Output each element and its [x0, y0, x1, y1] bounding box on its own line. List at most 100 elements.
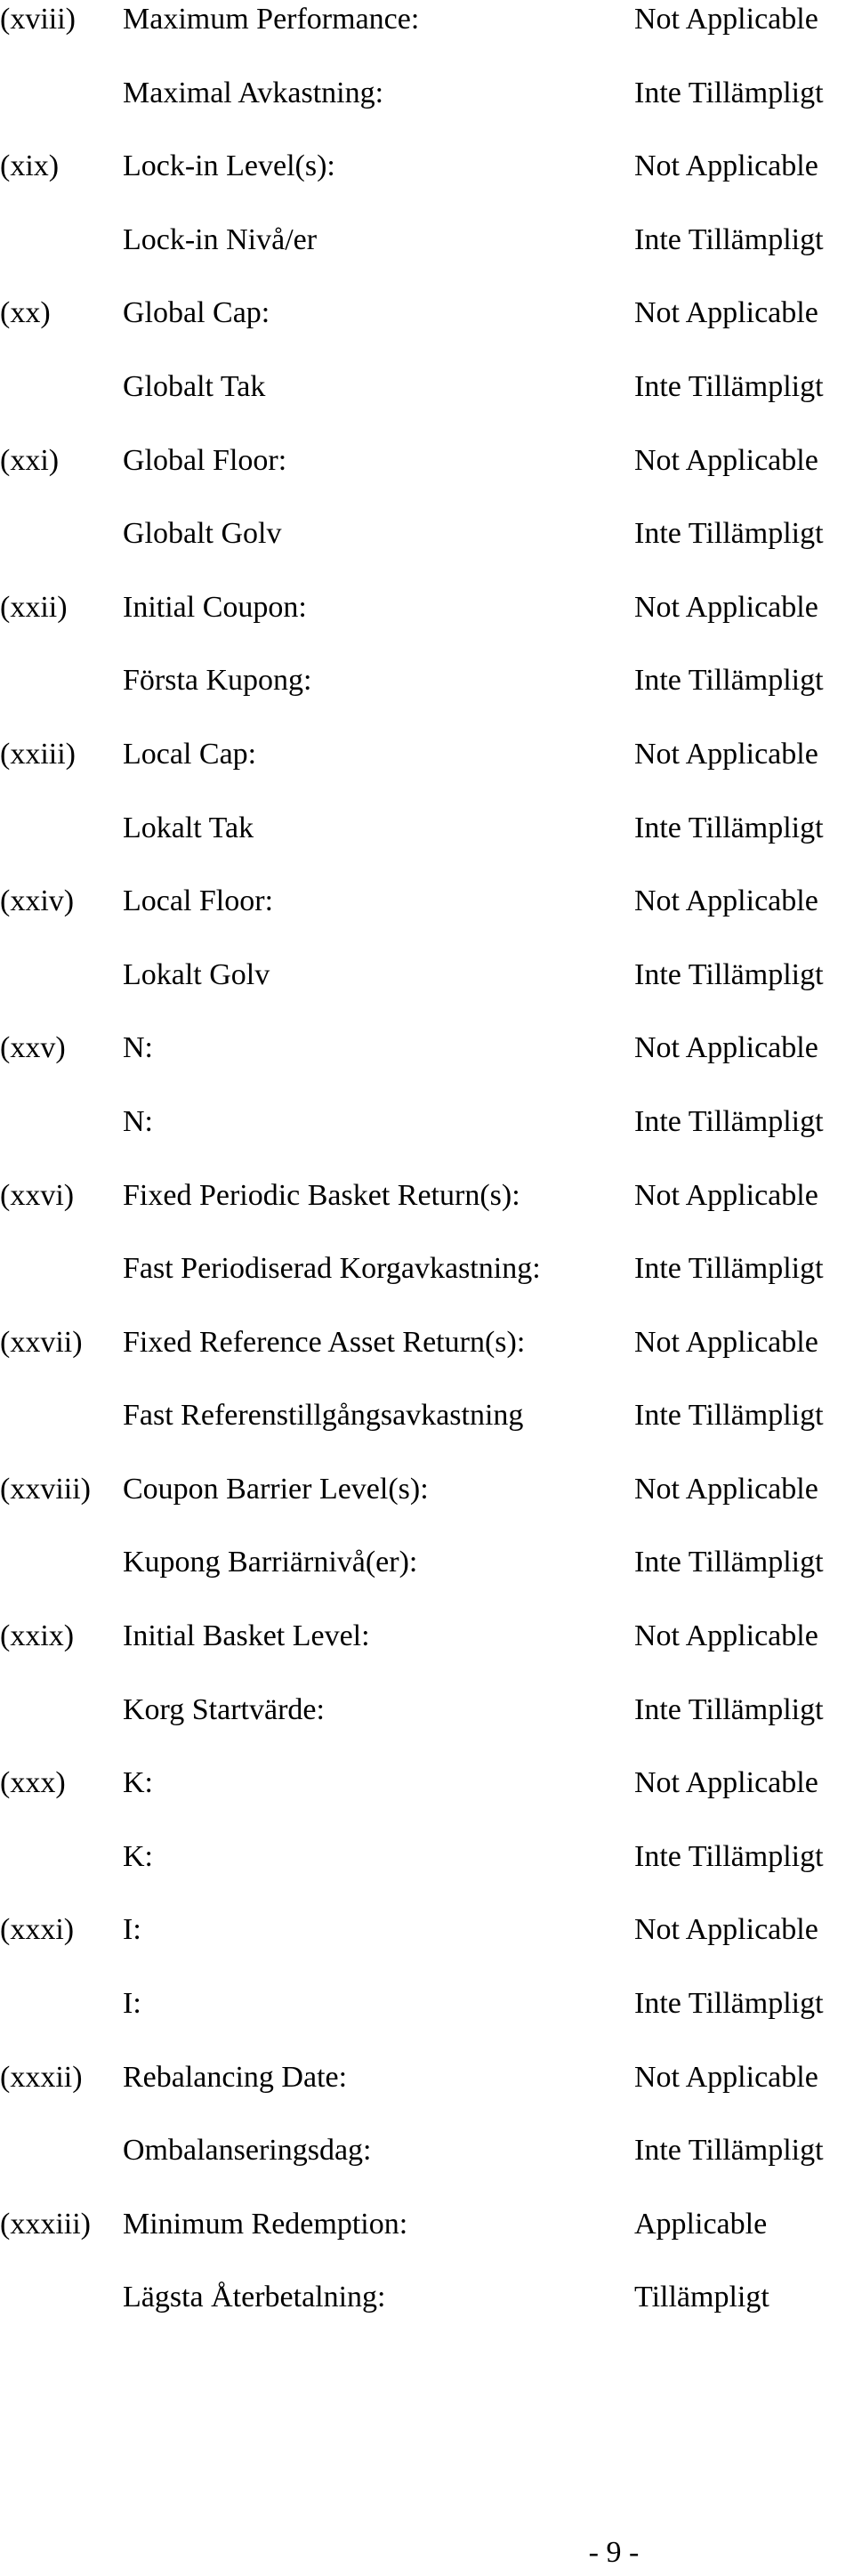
term-value-swedish: Inte Tillämpligt — [634, 1399, 824, 1433]
term-row-english: (xxi) Global Floor: Not Applicable — [0, 441, 854, 515]
term-label-english: Coupon Barrier Level(s): — [123, 1472, 429, 1506]
term-value-swedish: Inte Tillämpligt — [634, 1104, 824, 1138]
term-value-english: Not Applicable — [634, 443, 818, 477]
term-value-swedish: Inte Tillämpligt — [634, 1692, 824, 1726]
term-label-swedish: Globalt Golv — [123, 517, 282, 551]
page-number: - 9 - — [588, 2536, 640, 2569]
term-value-english: Not Applicable — [634, 149, 818, 183]
term-row-english: (xviii) Maximum Performance: Not Applicabl… — [0, 0, 854, 74]
item-number: (xxviii) — [0, 1472, 91, 1506]
term-value-english: Not Applicable — [634, 1031, 818, 1065]
term-row-swedish: Första Kupong: Inte Tillämpligt — [0, 661, 854, 735]
term-label-english: Minimum Redemption: — [123, 2207, 408, 2241]
term-label-swedish: Fast Referenstillgångsavkastning — [123, 1399, 524, 1433]
term-label-swedish: Lägsta Återbetalning: — [123, 2281, 386, 2314]
term-label-english: Fixed Periodic Basket Return(s): — [123, 1178, 520, 1212]
item-number: (xxxii) — [0, 2060, 83, 2094]
term-row-swedish: K: Inte Tillämpligt — [0, 1837, 854, 1911]
term-row-swedish: Globalt Golv Inte Tillämpligt — [0, 514, 854, 588]
term-row-english: (xxvii) Fixed Reference Asset Return(s): N… — [0, 1323, 854, 1397]
term-row-swedish: Maximal Avkastning: Inte Tillämpligt — [0, 74, 854, 148]
term-row-swedish: Lock-in Nivå/er Inte Tillämpligt — [0, 221, 854, 295]
term-value-swedish: Inte Tillämpligt — [634, 1546, 824, 1579]
term-label-english: K: — [123, 1766, 153, 1800]
term-value-swedish: Inte Tillämpligt — [634, 369, 824, 403]
term-value-swedish: Inte Tillämpligt — [634, 811, 824, 844]
term-row-swedish: N: Inte Tillämpligt — [0, 1102, 854, 1176]
term-label-swedish: Lokalt Golv — [123, 957, 270, 991]
term-row-swedish: I: Inte Tillämpligt — [0, 1984, 854, 2058]
term-label-swedish: Lock-in Nivå/er — [123, 222, 318, 256]
term-label-swedish: Korg Startvärde: — [123, 1692, 325, 1726]
term-value-swedish: Inte Tillämpligt — [634, 76, 824, 109]
term-value-english: Not Applicable — [634, 1619, 818, 1653]
term-row-english: (xx) Global Cap: Not Applicable — [0, 294, 854, 367]
term-label-swedish: I: — [123, 1987, 141, 2021]
item-number: (xxix) — [0, 1619, 75, 1653]
term-label-swedish: K: — [123, 1839, 153, 1873]
term-value-english: Not Applicable — [634, 590, 818, 624]
term-label-swedish: Globalt Tak — [123, 369, 266, 403]
term-label-swedish: Första Kupong: — [123, 664, 312, 698]
item-number: (xxiii) — [0, 737, 76, 771]
term-value-english: Not Applicable — [634, 884, 818, 918]
term-label-swedish: Kupong Barriärnivå(er): — [123, 1546, 418, 1579]
term-row-swedish: Korg Startvärde: Inte Tillämpligt — [0, 1691, 854, 1764]
term-row-swedish: Fast Periodiserad Korgavkastning: Inte Ti… — [0, 1249, 854, 1323]
term-value-swedish: Inte Tillämpligt — [634, 222, 824, 256]
term-row-english: (xxii) Initial Coupon: Not Applicable — [0, 588, 854, 662]
item-number: (xxv) — [0, 1031, 66, 1065]
term-row-english: (xxx) K: Not Applicable — [0, 1764, 854, 1837]
item-number: (xx) — [0, 296, 51, 330]
term-value-swedish: Inte Tillämpligt — [634, 957, 824, 991]
term-label-english: Fixed Reference Asset Return(s): — [123, 1325, 526, 1359]
item-number: (xxii) — [0, 590, 68, 624]
term-value-swedish: Tillämpligt — [634, 2281, 769, 2314]
item-number: (xix) — [0, 149, 60, 183]
term-label-english: I: — [123, 1913, 141, 1947]
term-label-english: Rebalancing Date: — [123, 2060, 348, 2094]
term-value-swedish: Inte Tillämpligt — [634, 664, 824, 698]
term-label-swedish: Lokalt Tak — [123, 811, 254, 844]
term-label-english: Initial Coupon: — [123, 590, 307, 624]
term-row-swedish: Lokalt Tak Inte Tillämpligt — [0, 809, 854, 883]
term-row-swedish: Ombalanseringsdag: Inte Tillämpligt — [0, 2131, 854, 2205]
term-label-english: Global Cap: — [123, 296, 270, 330]
term-row-english: (xxvi) Fixed Periodic Basket Return(s): No… — [0, 1176, 854, 1250]
term-value-english: Not Applicable — [634, 1325, 818, 1359]
item-number: (xxx) — [0, 1766, 66, 1800]
term-value-english: Not Applicable — [634, 296, 818, 330]
term-value-english: Not Applicable — [634, 1913, 818, 1947]
item-number: (xxxi) — [0, 1913, 75, 1947]
term-label-english: Local Floor: — [123, 884, 274, 918]
item-number: (xviii) — [0, 3, 76, 36]
term-value-swedish: Inte Tillämpligt — [634, 517, 824, 551]
term-row-english: (xxxiii) Minimum Redemption: Applicable — [0, 2205, 854, 2279]
term-label-english: N: — [123, 1031, 153, 1065]
term-label-english: Global Floor: — [123, 443, 287, 477]
term-value-english: Not Applicable — [634, 1472, 818, 1506]
term-value-english: Not Applicable — [634, 737, 818, 771]
term-label-swedish: Maximal Avkastning: — [123, 76, 384, 109]
term-value-english: Applicable — [634, 2207, 768, 2241]
term-label-swedish: N: — [123, 1104, 153, 1138]
term-label-swedish: Ombalanseringsdag: — [123, 2134, 372, 2168]
item-number: (xxi) — [0, 443, 60, 477]
term-row-english: (xix) Lock-in Level(s): Not Applicable — [0, 147, 854, 221]
item-number: (xxxiii) — [0, 2207, 91, 2241]
term-value-swedish: Inte Tillämpligt — [634, 1839, 824, 1873]
term-value-swedish: Inte Tillämpligt — [634, 1252, 824, 1286]
terms-list: (xviii) Maximum Performance: Not Applicabl… — [0, 0, 854, 2352]
term-value-english: Not Applicable — [634, 1766, 818, 1800]
term-label-english: Maximum Performance: — [123, 3, 420, 36]
term-row-english: (xxix) Initial Basket Level: Not Applicabl… — [0, 1617, 854, 1691]
term-label-swedish: Fast Periodiserad Korgavkastning: — [123, 1252, 541, 1286]
term-row-english: (xxiv) Local Floor: Not Applicable — [0, 882, 854, 956]
term-value-english: Not Applicable — [634, 1178, 818, 1212]
term-value-english: Not Applicable — [634, 3, 818, 36]
item-number: (xxvii) — [0, 1325, 83, 1359]
item-number: (xxiv) — [0, 884, 75, 918]
term-row-swedish: Lägsta Återbetalning: Tillämpligt — [0, 2278, 854, 2352]
term-value-english: Not Applicable — [634, 2060, 818, 2094]
term-row-english: (xxiii) Local Cap: Not Applicable — [0, 735, 854, 809]
